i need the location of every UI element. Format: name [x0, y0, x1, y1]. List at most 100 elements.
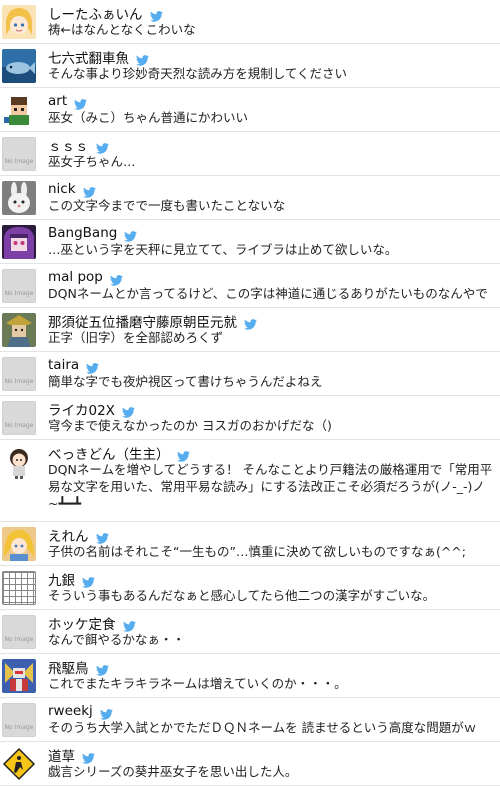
tweet-header: 飛駆鳥	[48, 657, 496, 677]
rabbit-avatar[interactable]	[2, 181, 36, 215]
tweet-header: 那須従五位播磨守藤原朝臣元就	[48, 311, 496, 331]
user-name[interactable]: しーたふぁいん	[48, 3, 143, 23]
twitter-bird-icon[interactable]	[82, 573, 95, 588]
tweet-header: taira	[48, 356, 496, 374]
tweet-text: 巫女子ちゃん…	[48, 154, 136, 169]
twitter-bird-icon[interactable]	[95, 529, 109, 544]
tweet-content: ライカ02X 穹今まで使えなかったのか ヨスガのおかげだな（)	[48, 400, 496, 435]
samurai-avatar[interactable]	[2, 313, 36, 347]
tweet-content: 九銀 そういう事もあるんだなぁと感心してたら他二つの漢字がすごいな。	[48, 570, 496, 605]
user-name[interactable]: 那須従五位播磨守藤原朝臣元就	[48, 311, 237, 331]
tweet-header: ライカ02X	[48, 399, 496, 419]
user-name[interactable]: ライカ02X	[48, 399, 115, 419]
twitter-bird-icon[interactable]	[109, 271, 123, 286]
tweet-content: ホッケ定食 なんで餌やるかなぁ・・	[48, 614, 496, 649]
twitter-bird-icon[interactable]	[136, 51, 149, 66]
user-name[interactable]: nick	[48, 181, 76, 197]
tweet-row: 那須従五位播磨守藤原朝臣元就 正字（旧字）を全部認めろくず	[0, 308, 500, 352]
no-image-label: No Image	[4, 377, 34, 385]
user-name[interactable]: art	[48, 93, 67, 109]
user-name[interactable]: 道草	[48, 745, 75, 765]
purple-avatar[interactable]	[2, 225, 36, 259]
twitter-bird-icon[interactable]	[95, 661, 109, 676]
tweet-text: そのうち大学入試とかでただＤＱＮネームを 読ませるという高度な問題がｗ	[48, 720, 477, 735]
user-name[interactable]: rweekj	[48, 703, 93, 719]
no-image-label: No Image	[4, 289, 34, 297]
tweet-header: BangBang	[48, 224, 496, 242]
tweet-row: 飛駆鳥 これでまたキラキラネームは増えていくのか・・・。	[0, 654, 500, 698]
tweet-row: しーたふぁいん 祷←はなんとなくこわいな	[0, 0, 500, 44]
tweet-content: 那須従五位播磨守藤原朝臣元就 正字（旧字）を全部認めろくず	[48, 312, 496, 347]
user-name[interactable]: BangBang	[48, 225, 117, 241]
no-image-label: No Image	[4, 723, 34, 731]
robot-avatar[interactable]	[2, 659, 36, 693]
tweet-row: art 巫女（みこ）ちゃん普通にかわいい	[0, 88, 500, 132]
tweet-row: No Image rweekj そのうち大学入試とかでただＤＱＮネームを 読ませると…	[0, 698, 500, 742]
tweet-row: No Image ライカ02X 穹今まで使えなかったのか ヨスガのおかげだな（)	[0, 396, 500, 440]
twitter-bird-icon[interactable]	[82, 183, 96, 198]
tweet-text: なんで餌やるかなぁ・・	[48, 632, 185, 647]
tweet-text: …巫という字を天秤に見立てて、ライブラは止めて欲しいな。	[48, 242, 398, 257]
user-name[interactable]: べっきどん（生主）	[48, 443, 170, 463]
user-name[interactable]: ｓｓｓ	[48, 135, 89, 155]
grid-avatar[interactable]	[2, 571, 36, 605]
user-name[interactable]: ホッケ定食	[48, 613, 116, 633]
twitter-bird-icon[interactable]	[124, 227, 138, 242]
user-name[interactable]: 九銀	[48, 569, 75, 589]
twitter-bird-icon[interactable]	[121, 403, 135, 418]
user-name[interactable]: 七六式翻車魚	[48, 47, 129, 67]
no-image-avatar[interactable]: No Image	[2, 269, 36, 303]
tweet-row: nick この文字今までで一度も書いたことないな	[0, 176, 500, 220]
tweet-text: 祷←はなんとなくこわいな	[48, 22, 196, 37]
tweet-content: mal pop DQNネームとか言ってるけど、この字は神道に通じるありがたいものな…	[48, 268, 496, 303]
tweet-header: art	[48, 92, 496, 110]
tweet-header: nick	[48, 180, 496, 198]
no-image-avatar[interactable]: No Image	[2, 401, 36, 435]
tweet-content: nick この文字今までで一度も書いたことないな	[48, 180, 496, 215]
no-image-avatar[interactable]: No Image	[2, 137, 36, 171]
user-name[interactable]: taira	[48, 357, 79, 373]
warning-sign-avatar[interactable]	[2, 747, 36, 781]
twitter-bird-icon[interactable]	[122, 617, 136, 632]
tweet-content: えれん 子供の名前はそれこそ“一生もの”…慎重に決めて欲しいものですなぁ(^^;	[48, 526, 496, 561]
tweet-text: DQNネームを増やしてどうする！ そんなことより戸籍法の厳格運用で「常用平易な文…	[48, 462, 493, 511]
twitter-bird-icon[interactable]	[244, 315, 257, 330]
tweet-text: これでまたキラキラネームは増えていくのか・・・。	[48, 676, 347, 691]
no-image-avatar[interactable]: No Image	[2, 703, 36, 737]
twitter-bird-icon[interactable]	[82, 749, 95, 764]
user-name[interactable]: 飛駆鳥	[48, 657, 89, 677]
tweet-header: rweekj	[48, 702, 496, 720]
tweet-row: 道草 戯言シリーズの葵井巫女子を思い出した人。	[0, 742, 500, 786]
chibi-avatar[interactable]	[2, 445, 36, 479]
tweet-row: No Image ｓｓｓ 巫女子ちゃん…	[0, 132, 500, 176]
tweet-text: そういう事もあるんだなぁと感心してたら他二つの漢字がすごいな。	[48, 588, 436, 603]
twitter-bird-icon[interactable]	[95, 139, 109, 154]
no-image-avatar[interactable]: No Image	[2, 615, 36, 649]
twitter-bird-icon[interactable]	[149, 7, 163, 22]
twitter-bird-icon[interactable]	[74, 95, 88, 110]
tweet-text: 戯言シリーズの葵井巫女子を思い出した人。	[48, 764, 298, 779]
tweet-content: 七六式翻車魚 そんな事より珍妙奇天烈な読み方を規制してください	[48, 48, 496, 83]
twitter-bird-icon[interactable]	[176, 447, 190, 462]
user-name[interactable]: mal pop	[48, 269, 103, 285]
user-name[interactable]: えれん	[48, 525, 89, 545]
tweet-text: そんな事より珍妙奇天烈な読み方を規制してください	[48, 66, 348, 81]
tweet-text: 子供の名前はそれこそ“一生もの”…慎重に決めて欲しいものですなぁ(^^;	[48, 544, 466, 559]
pixel-avatar[interactable]	[2, 93, 36, 127]
tweet-text: DQNネームとか言ってるけど、この字は神道に通じるありがたいものなんやで	[48, 286, 488, 301]
girl-avatar[interactable]	[2, 5, 36, 39]
tweet-text: 穹今まで使えなかったのか ヨスガのおかげだな（)	[48, 418, 332, 433]
tweet-header: 道草	[48, 745, 496, 765]
twitter-bird-icon[interactable]	[99, 705, 113, 720]
tweet-row: 七六式翻車魚 そんな事より珍妙奇天烈な読み方を規制してください	[0, 44, 500, 88]
blonde-avatar[interactable]	[2, 527, 36, 561]
no-image-avatar[interactable]: No Image	[2, 357, 36, 391]
tweet-header: ｓｓｓ	[48, 135, 496, 155]
fish-avatar[interactable]	[2, 49, 36, 83]
tweet-header: 七六式翻車魚	[48, 47, 496, 67]
tweet-row: べっきどん（生主） DQNネームを増やしてどうする！ そんなことより戸籍法の厳格運…	[0, 440, 500, 522]
tweet-feed: しーたふぁいん 祷←はなんとなくこわいな七六式翻車魚 そんな事より珍妙奇天烈な読み方…	[0, 0, 500, 786]
tweet-header: ホッケ定食	[48, 613, 496, 633]
twitter-bird-icon[interactable]	[86, 359, 100, 374]
tweet-text: 巫女（みこ）ちゃん普通にかわいい	[48, 110, 249, 125]
